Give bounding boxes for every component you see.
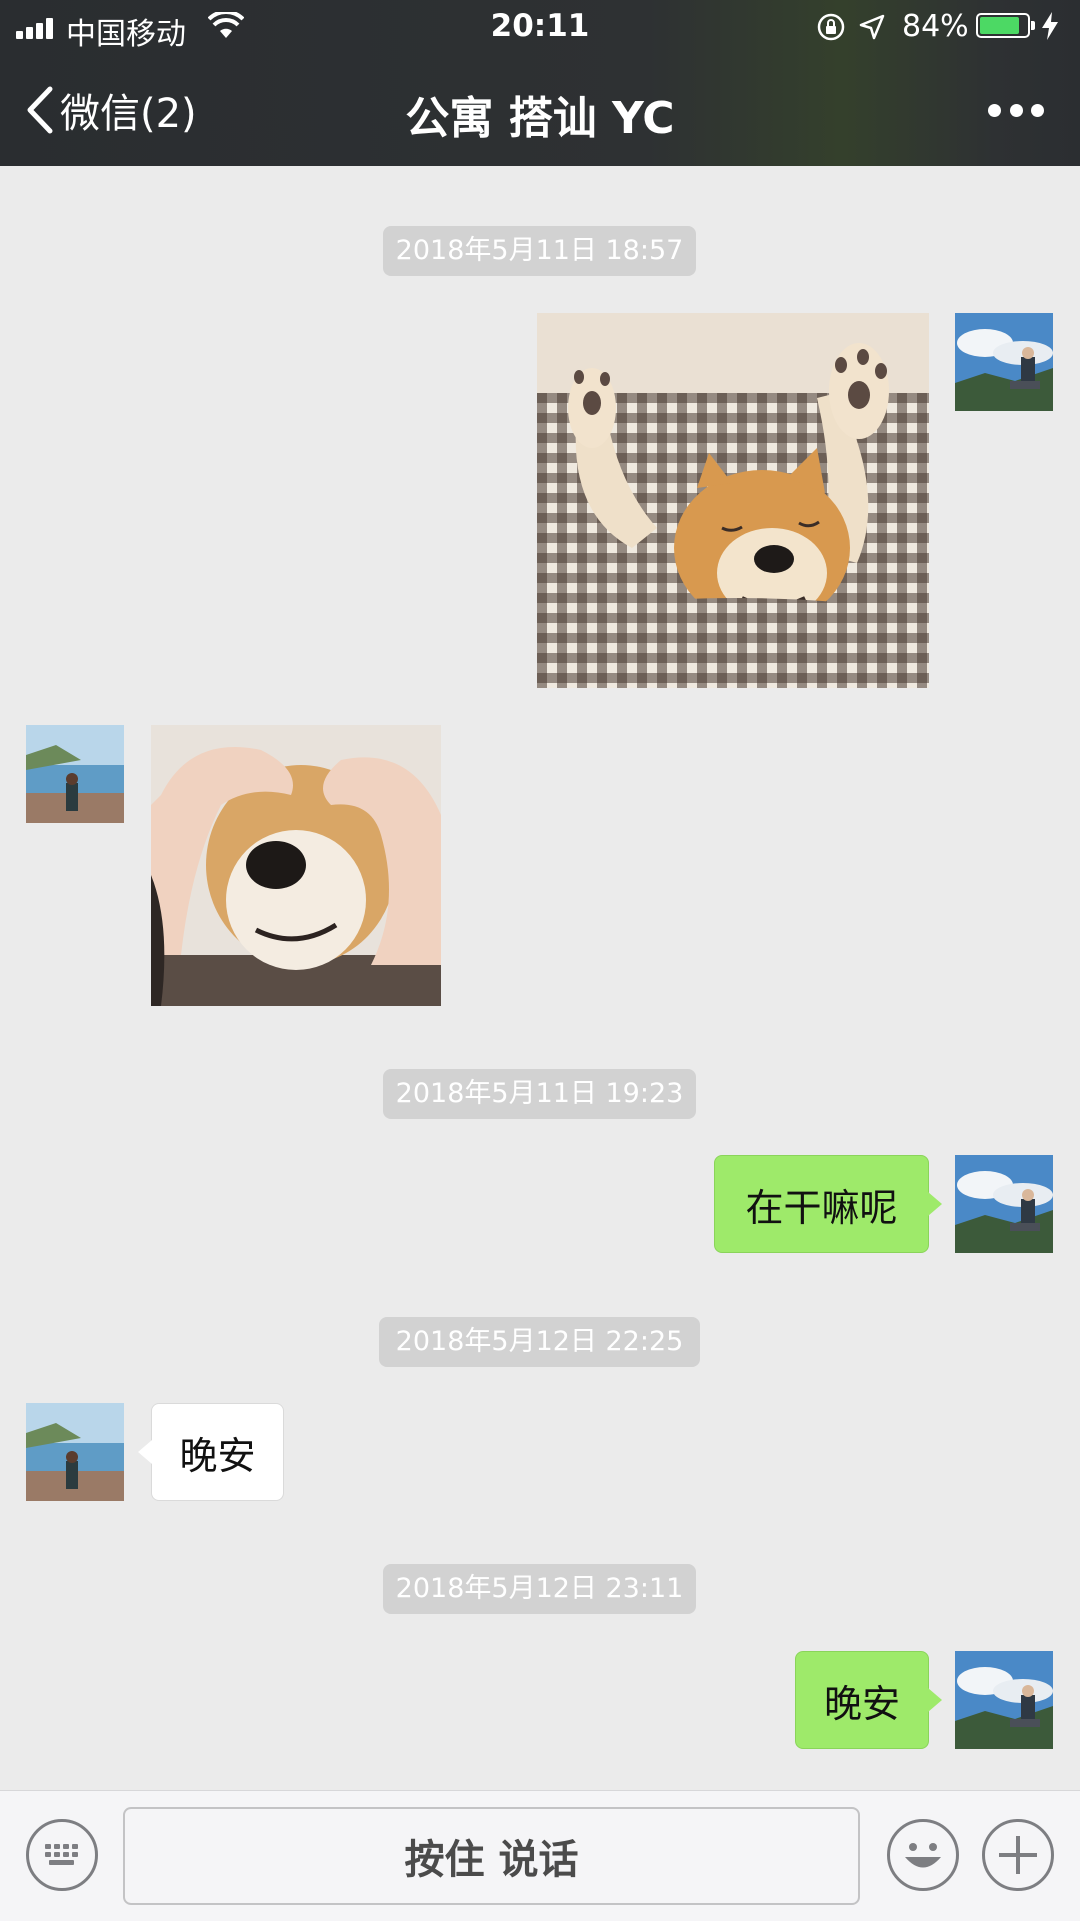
input-bar: 按住 说话 <box>0 1790 1080 1921</box>
battery-icon <box>976 13 1035 38</box>
my-avatar[interactable] <box>955 313 1053 411</box>
my-avatar[interactable] <box>955 1651 1053 1749</box>
bubble-tail <box>928 1192 942 1216</box>
message-text: 在干嘛呢 <box>745 1185 898 1230</box>
battery-percent: 84% <box>902 9 969 44</box>
status-bar: 中国移动 20:11 84% <box>0 0 1080 54</box>
message-timestamp: 2018年5月12日 22:25 <box>379 1317 700 1367</box>
bubble-tail <box>138 1440 152 1464</box>
battery-nub <box>1031 21 1035 30</box>
navigation-bar: 微信(2) 公寓 搭讪 YC <box>0 54 1080 166</box>
contact-avatar[interactable] <box>26 725 124 823</box>
orientation-lock-icon <box>817 13 845 41</box>
charging-bolt-icon <box>1042 12 1058 40</box>
message-text: 晚安 <box>823 1681 900 1726</box>
hold-to-talk-button[interactable]: 按住 说话 <box>123 1807 860 1905</box>
sent-text-message[interactable]: 在干嘛呢 <box>714 1155 942 1253</box>
chat-title: 公寓 搭讪 YC <box>405 93 675 144</box>
location-arrow-icon <box>859 14 885 40</box>
battery-fill <box>980 17 1019 34</box>
plus-icon[interactable] <box>982 1819 1054 1891</box>
bubble-tail <box>928 1688 942 1712</box>
received-image-message[interactable] <box>151 725 441 1006</box>
top-bar: 中国移动 20:11 84% 微信(2) 公寓 搭讪 YC <box>0 0 1080 166</box>
sent-text-message[interactable]: 晚安 <box>795 1651 942 1749</box>
sent-image-message[interactable] <box>537 313 929 688</box>
contact-avatar[interactable] <box>26 1403 124 1501</box>
message-timestamp: 2018年5月12日 23:11 <box>383 1564 696 1614</box>
more-dots-icon[interactable] <box>988 100 1044 120</box>
message-timestamp: 2018年5月11日 19:23 <box>383 1069 696 1119</box>
keyboard-icon[interactable] <box>26 1819 98 1891</box>
my-avatar[interactable] <box>955 1155 1053 1253</box>
message-text: 晚安 <box>179 1433 256 1478</box>
emoji-icon[interactable] <box>887 1819 959 1891</box>
message-timestamp: 2018年5月11日 18:57 <box>383 226 696 276</box>
received-text-message[interactable]: 晚安 <box>138 1403 284 1501</box>
